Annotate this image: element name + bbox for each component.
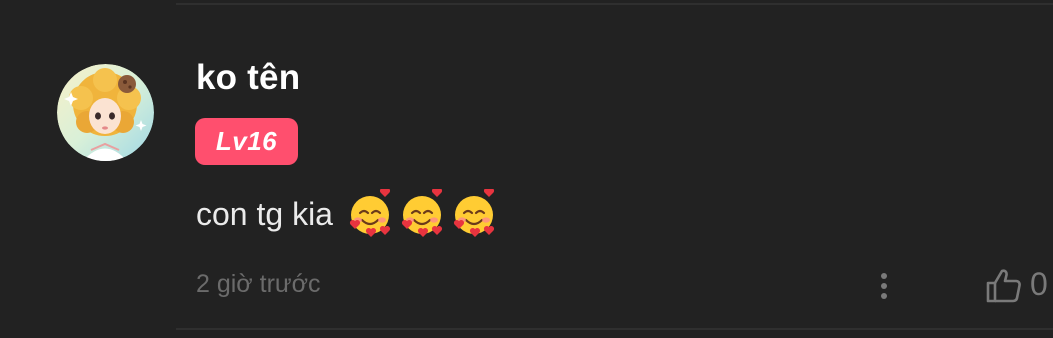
more-vertical-icon[interactable]	[872, 266, 896, 306]
more-dot	[881, 293, 887, 299]
timestamp: 2 giờ trước	[196, 270, 321, 298]
comment-body: con tg kia	[196, 188, 501, 240]
more-dot	[881, 273, 887, 279]
avatar[interactable]	[57, 64, 154, 161]
username[interactable]: ko tên	[196, 58, 300, 98]
divider-bottom	[176, 328, 1053, 330]
smiling-face-with-hearts-icon	[453, 189, 495, 237]
thumbs-up-icon[interactable]	[984, 266, 1024, 306]
smiling-face-with-hearts-icon	[349, 189, 391, 237]
smiling-face-with-hearts-icon	[401, 189, 443, 237]
emoji-group	[345, 189, 501, 239]
more-dot	[881, 283, 887, 289]
divider-top	[176, 3, 1053, 5]
comment-text: con tg kia	[196, 195, 333, 232]
like-count: 0	[1030, 266, 1048, 302]
level-badge: Lv16	[195, 118, 298, 165]
comment-item: ko tên Lv16 con tg kia 2 giờ trước 0	[0, 0, 1053, 338]
